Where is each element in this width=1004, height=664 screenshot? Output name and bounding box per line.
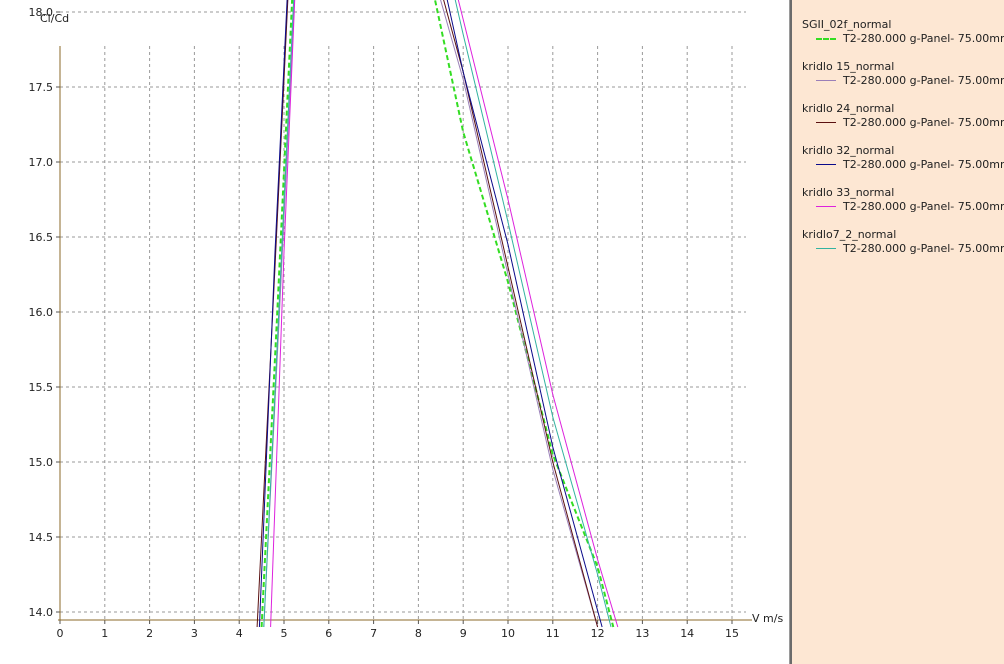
legend-series-description: T2-280.000 g-Panel- 75.00mm <box>843 116 1004 129</box>
y-tick-label: 16.0 <box>29 306 54 319</box>
x-tick-label: 10 <box>501 627 515 640</box>
series-line-4 <box>270 0 619 628</box>
line-chart: 0 1 2 3 4 5 6 7 8 9 10 11 12 13 14 1514.014.515.015.516… <box>29 0 783 640</box>
legend-entry: kridlo 32_normal T2-280.000 g-Panel- 75.0… <box>792 144 1004 186</box>
x-tick-label: 0 <box>57 627 64 640</box>
y-tick-label: 14.0 <box>29 606 54 619</box>
x-tick-label: 14 <box>680 627 694 640</box>
legend-series-name: kridlo 24_normal <box>802 102 895 115</box>
y-tick-label: 14.5 <box>29 531 54 544</box>
x-tick-label: 5 <box>281 627 288 640</box>
legend-series-name: SGII_02f_normal <box>802 18 892 31</box>
legend-entry: kridlo 33_normal T2-280.000 g-Panel- 75.0… <box>792 186 1004 228</box>
legend-swatch <box>816 80 836 81</box>
series-line-3 <box>258 0 603 628</box>
x-axis-label: V m/s <box>752 612 783 625</box>
x-tick-label: 12 <box>591 627 605 640</box>
y-tick-label: 16.5 <box>29 231 54 244</box>
legend-swatch <box>816 38 836 40</box>
x-tick-label: 6 <box>325 627 332 640</box>
legend-entry: kridlo 24_normal T2-280.000 g-Panel- 75.0… <box>792 102 1004 144</box>
legend-entry: kridlo7_2_normal T2-280.000 g-Panel- 75.0… <box>792 228 1004 270</box>
x-tick-label: 15 <box>725 627 739 640</box>
legend-series-name: kridlo 32_normal <box>802 144 895 157</box>
series-lines <box>256 0 619 628</box>
series-line-1 <box>263 0 599 628</box>
legend-swatch <box>816 164 836 165</box>
legend-swatch <box>816 248 836 249</box>
series-line-0 <box>260 0 615 628</box>
legend-series-description: T2-280.000 g-Panel- 75.00mm <box>843 32 1004 45</box>
y-tick-label: 17.5 <box>29 81 54 94</box>
y-tick-label: 15.0 <box>29 456 54 469</box>
legend-series-description: T2-280.000 g-Panel- 75.00mm <box>843 74 1004 87</box>
legend-swatch <box>816 206 836 207</box>
series-line-2 <box>256 0 599 628</box>
legend-series-name: kridlo7_2_normal <box>802 228 897 241</box>
grid <box>60 11 746 620</box>
x-tick-label: 8 <box>415 627 422 640</box>
legend: SGII_02f_normal T2-280.000 g-Panel- 75.00… <box>790 0 1004 664</box>
axes: 0 1 2 3 4 5 6 7 8 9 10 11 12 13 14 1514.014.515.015.516… <box>29 6 752 640</box>
x-tick-label: 11 <box>546 627 560 640</box>
y-tick-label: 17.0 <box>29 156 54 169</box>
legend-series-name: kridlo 15_normal <box>802 60 895 73</box>
legend-series-description: T2-280.000 g-Panel- 75.00mm <box>843 200 1004 213</box>
legend-entry: SGII_02f_normal T2-280.000 g-Panel- 75.00… <box>792 18 1004 60</box>
legend-swatch <box>816 122 836 123</box>
plot-area: 0 1 2 3 4 5 6 7 8 9 10 11 12 13 14 15 14.0 14.5 15.0 15.5 16… <box>0 0 790 664</box>
x-tick-label: 13 <box>635 627 649 640</box>
x-tick-label: 1 <box>101 627 108 640</box>
x-tick-label: 3 <box>191 627 198 640</box>
x-tick-label: 4 <box>236 627 243 640</box>
x-tick-label: 7 <box>370 627 377 640</box>
x-tick-label: 2 <box>146 627 153 640</box>
y-tick-label: 15.5 <box>29 381 54 394</box>
x-tick-label: 9 <box>460 627 467 640</box>
legend-series-description: T2-280.000 g-Panel- 75.00mm <box>843 158 1004 171</box>
legend-series-description: T2-280.000 g-Panel- 75.00mm <box>843 242 1004 255</box>
y-axis-label: Cl/Cd <box>40 12 69 25</box>
series-line-5 <box>263 0 612 628</box>
legend-entry: kridlo 15_normal T2-280.000 g-Panel- 75.0… <box>792 60 1004 102</box>
legend-series-name: kridlo 33_normal <box>802 186 895 199</box>
